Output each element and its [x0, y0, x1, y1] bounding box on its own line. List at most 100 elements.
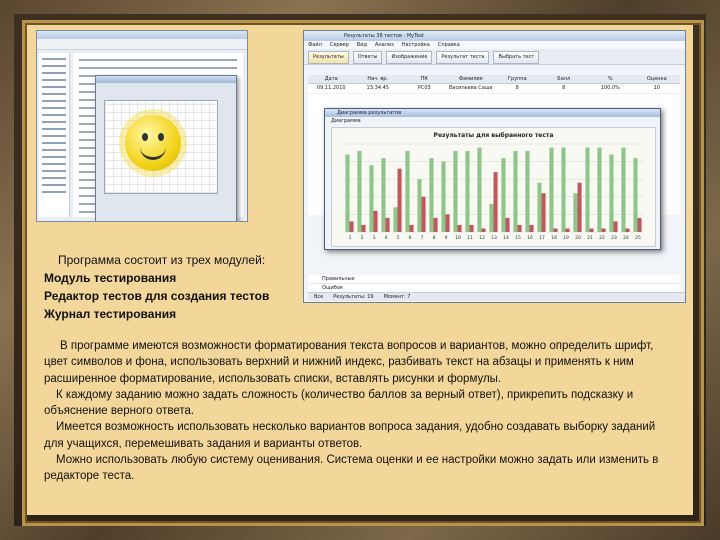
x-tick-label: 2	[361, 235, 364, 241]
journal-menubar: Файл Сервер Вид Анализ Настройка Справка	[304, 41, 685, 49]
chart-tab[interactable]: Диаграмма	[325, 117, 660, 125]
col-score[interactable]: Балл	[541, 75, 588, 83]
bar-correct	[345, 154, 350, 232]
eye-icon	[142, 133, 148, 141]
col-percent[interactable]: %	[587, 75, 634, 83]
bar-errors	[541, 193, 546, 232]
bar-errors	[385, 217, 390, 232]
x-tick-label: 5	[397, 235, 400, 241]
bar-correct	[417, 179, 422, 232]
x-tick-label: 23	[611, 235, 617, 241]
bar-correct	[381, 158, 386, 232]
bar-errors	[589, 228, 594, 232]
menu-settings[interactable]: Настройка	[402, 41, 430, 49]
col-name[interactable]: Фамилия	[448, 75, 495, 83]
editor-task-tree	[39, 53, 70, 217]
bar-errors	[625, 228, 630, 232]
menu-view[interactable]: Вид	[357, 41, 367, 49]
x-tick-label: 20	[575, 235, 581, 241]
bar-errors	[613, 221, 618, 232]
x-tick-label: 3	[373, 235, 376, 241]
x-tick-label: 12	[479, 235, 485, 241]
status-results: Результаты: 19	[333, 294, 374, 300]
bar-correct	[489, 203, 494, 232]
menu-file[interactable]: Файл	[308, 41, 322, 49]
cell-grade: 10	[653, 85, 660, 91]
bar-correct	[585, 147, 590, 232]
results-button[interactable]: Результаты	[308, 51, 349, 64]
editor-screenshot	[36, 30, 248, 222]
menu-analysis[interactable]: Анализ	[375, 41, 394, 49]
image-editor-titlebar	[96, 76, 236, 83]
journal-statusbar: Все Результаты: 19 Момент: 7	[308, 292, 685, 301]
table-header: Дата Нач. вр. ПК Фамилия Группа Балл % О…	[308, 75, 680, 84]
journal-titlebar: Результаты 38 тестов - MyTest	[304, 31, 685, 41]
cell-group: 8	[515, 85, 519, 91]
x-tick-label: 6	[409, 235, 412, 241]
bar-correct	[513, 151, 518, 232]
paragraph-variants: Имеется возможность использовать несколь…	[44, 421, 656, 450]
cell-name: Васильева Саша	[448, 85, 493, 91]
x-tick-label: 15	[515, 235, 521, 241]
modules-block: Программа состоит из трех модулей: Модул…	[44, 251, 269, 323]
x-tick-label: 7	[421, 235, 424, 241]
x-tick-label: 22	[599, 235, 605, 241]
stats-row-correct: Правильные	[308, 275, 680, 284]
bar-correct	[501, 158, 506, 232]
cell-date: 09.11.2010	[316, 85, 346, 91]
bar-errors	[361, 224, 366, 232]
col-pc[interactable]: ПК	[401, 75, 448, 83]
smiley-sun-icon	[125, 115, 181, 171]
choose-test-button[interactable]: Выбрать тест	[493, 51, 540, 64]
x-tick-label: 24	[623, 235, 629, 241]
bar-correct	[633, 158, 638, 232]
status-all: Все	[314, 294, 324, 300]
bar-correct	[477, 147, 482, 232]
col-start[interactable]: Нач. вр.	[355, 75, 402, 83]
bar-errors	[373, 210, 378, 232]
bar-correct	[441, 161, 446, 232]
bar-correct	[393, 207, 398, 232]
image-button[interactable]: Изображение	[386, 51, 433, 64]
x-tick-label: 25	[635, 235, 641, 241]
bar-correct	[597, 147, 602, 232]
x-tick-label: 19	[563, 235, 569, 241]
description-text: В программе имеются возможности форматир…	[44, 338, 676, 485]
col-date[interactable]: Дата	[308, 75, 355, 83]
x-tick-label: 18	[551, 235, 557, 241]
bar-chart: 1 2 3 4 5 6 7 8 9 10 11 12 13 14 15 16 17 18 19 20 21 22 23 24 2…	[344, 143, 644, 241]
bar-errors	[481, 228, 486, 232]
bar-errors	[601, 228, 606, 232]
col-grade[interactable]: Оценка	[634, 75, 681, 83]
bar-correct	[609, 154, 614, 232]
journal-toolbar: Результаты Ответы Изображение Результат …	[304, 49, 685, 65]
bar-errors	[409, 224, 414, 232]
x-tick-label: 9	[445, 235, 448, 241]
test-result-button[interactable]: Результат теста	[436, 51, 490, 64]
cell-score: 8	[562, 85, 566, 91]
results-chart-window: Диаграмма результатов Диаграмма Результа…	[324, 108, 661, 250]
bar-errors	[349, 221, 354, 232]
bar-errors	[469, 224, 474, 232]
bar-errors	[493, 172, 498, 232]
image-canvas	[104, 100, 218, 194]
col-group[interactable]: Группа	[494, 75, 541, 83]
bar-correct	[537, 182, 542, 232]
table-row[interactable]: 09.11.2010 13:34:45 PC03 Васильева Саша …	[308, 84, 680, 94]
x-tick-label: 16	[527, 235, 533, 241]
answers-button[interactable]: Ответы	[352, 51, 383, 64]
x-tick-label: 10	[455, 235, 461, 241]
cell-start: 13:34:45	[366, 85, 389, 91]
status-moment: Момент: 7	[383, 294, 411, 300]
bar-correct	[429, 158, 434, 232]
chart-window-titlebar: Диаграмма результатов	[325, 109, 660, 117]
mouth-icon	[140, 145, 166, 160]
menu-server[interactable]: Сервер	[330, 41, 349, 49]
bar-errors	[433, 217, 438, 232]
menu-help[interactable]: Справка	[438, 41, 460, 49]
bar-correct	[453, 151, 458, 232]
bar-errors	[553, 228, 558, 232]
module-testing: Модуль тестирования	[44, 271, 177, 285]
bar-errors	[421, 196, 426, 232]
image-editor-dialog	[95, 75, 237, 221]
